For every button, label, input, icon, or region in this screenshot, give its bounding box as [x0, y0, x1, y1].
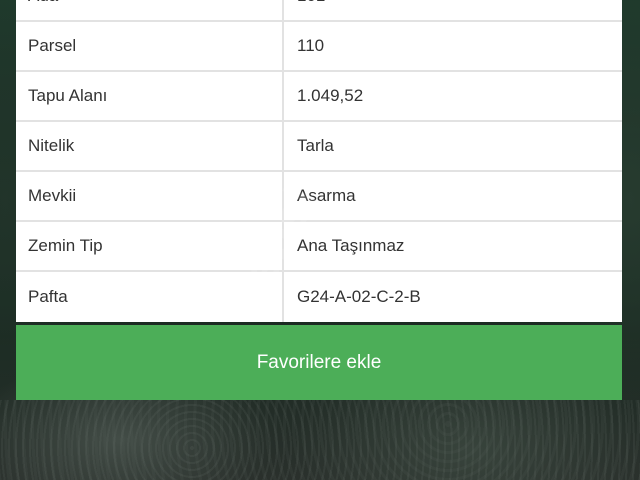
row-value: G24-A-02-C-2-B	[284, 272, 622, 322]
parcel-info-card: Ada 101 Parsel 110 Tapu Alanı 1.049,52 N…	[16, 0, 622, 322]
add-to-favorites-button[interactable]: Favorilere ekle	[16, 325, 622, 400]
table-row-zemin-tip: Zemin Tip Ana Taşınmaz	[16, 222, 622, 272]
row-label: Parsel	[16, 22, 284, 70]
table-row-tapu-alani: Tapu Alanı 1.049,52	[16, 72, 622, 122]
row-value: Ana Taşınmaz	[284, 222, 622, 270]
row-label: Nitelik	[16, 122, 284, 170]
table-row-pafta: Pafta G24-A-02-C-2-B	[16, 272, 622, 322]
row-value: Tarla	[284, 122, 622, 170]
row-label: Pafta	[16, 272, 284, 322]
map-terrain	[0, 400, 640, 480]
table-row-mevkii: Mevkii Asarma	[16, 172, 622, 222]
table-row-nitelik: Nitelik Tarla	[16, 122, 622, 172]
row-label: Tapu Alanı	[16, 72, 284, 120]
row-label: Ada	[16, 0, 284, 20]
row-value: 1.049,52	[284, 72, 622, 120]
row-label: Mevkii	[16, 172, 284, 220]
table-row-ada: Ada 101	[16, 0, 622, 22]
row-value: 110	[284, 22, 622, 70]
table-row-parsel: Parsel 110	[16, 22, 622, 72]
row-label: Zemin Tip	[16, 222, 284, 270]
row-value: 101	[284, 0, 622, 20]
row-value: Asarma	[284, 172, 622, 220]
